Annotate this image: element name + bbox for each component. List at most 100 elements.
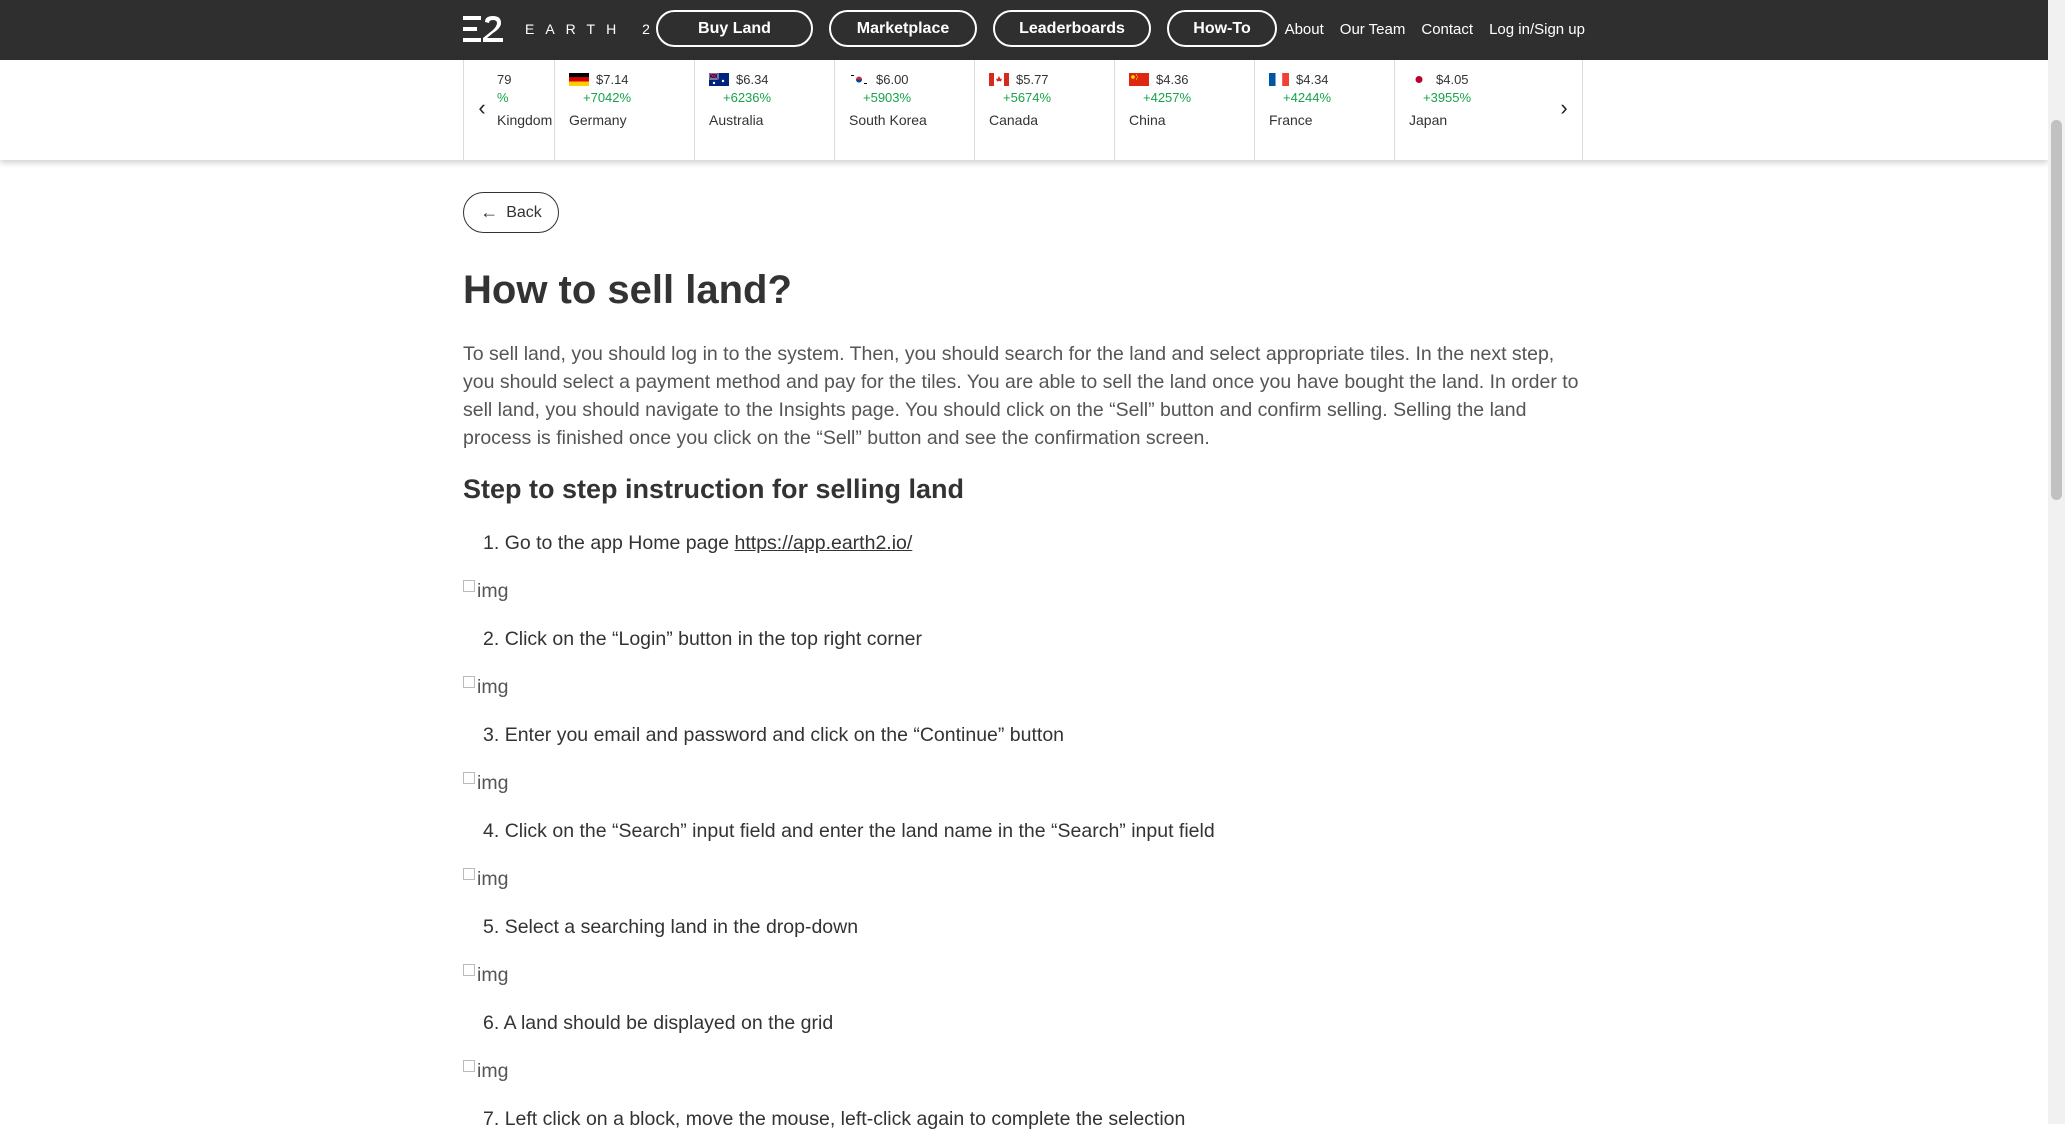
china-flag-icon <box>1129 73 1149 86</box>
nav-marketplace-button[interactable]: Marketplace <box>829 10 977 47</box>
image-alt-text: img <box>477 580 509 602</box>
step-text: Left click on a block, move the mouse, l… <box>504 1108 1186 1130</box>
australia-flag-icon <box>709 73 729 86</box>
nav-about-link[interactable]: About <box>1285 21 1324 38</box>
ticker-track: 79 % Kingdom $7.14 +7042% Germany $6.34 … <box>494 60 1554 160</box>
step-number: 6. <box>483 1012 500 1034</box>
step-2: 2. Click on the “Login” button in the to… <box>483 628 922 651</box>
ticker-country: Germany <box>569 112 627 128</box>
primary-nav: Buy Land Marketplace Leaderboards How-To <box>656 10 1277 47</box>
back-button[interactable]: ← Back <box>463 192 559 233</box>
step-4: 4. Click on the “Search” input field and… <box>483 820 1215 843</box>
ticker-item-canada[interactable]: $5.77 +5674% Canada <box>975 60 1115 160</box>
ticker-price: $4.36 <box>1156 72 1189 87</box>
ticker-item-south-korea[interactable]: $6.00 +5903% South Korea <box>835 60 975 160</box>
broken-image-icon <box>463 675 475 688</box>
step-image: img <box>463 771 509 795</box>
ticker-country: Canada <box>989 112 1039 128</box>
step-number: 4. <box>483 820 500 842</box>
step-3: 3. Enter you email and password and clic… <box>483 724 1064 747</box>
ticker-change: +7042% <box>583 90 632 105</box>
top-nav-bar: EARTH 2 Buy Land Marketplace Leaderboard… <box>0 0 2048 60</box>
back-button-label: Back <box>506 203 542 221</box>
ticker-price: $4.34 <box>1296 72 1329 87</box>
step-image: img <box>463 867 509 891</box>
app-home-link[interactable]: https://app.earth2.io/ <box>735 532 913 554</box>
step-7: 7. Left click on a block, move the mouse… <box>483 1108 1185 1131</box>
broken-image-icon <box>463 579 475 592</box>
logo-text: EARTH 2 <box>525 21 661 37</box>
ticker-price: 79 <box>497 72 512 87</box>
step-image: img <box>463 675 509 699</box>
nav-how-to-button[interactable]: How-To <box>1167 10 1277 47</box>
south-korea-flag-icon <box>849 73 869 86</box>
nav-leaderboards-button[interactable]: Leaderboards <box>993 10 1151 47</box>
step-text: Select a searching land in the drop-down <box>504 916 859 938</box>
step-text: Click on the “Login” button in the top r… <box>504 628 923 650</box>
ticker-country: France <box>1269 112 1313 128</box>
scrollbar-thumb[interactable] <box>2051 120 2062 500</box>
step-number: 7. <box>483 1108 500 1130</box>
arrow-left-icon: ← <box>480 202 499 222</box>
ticker-country: Japan <box>1409 112 1448 128</box>
page-scrollbar[interactable] <box>2048 0 2065 1124</box>
ticker-item-japan[interactable]: $4.05 +3955% Japan <box>1395 60 1535 160</box>
nav-contact-link[interactable]: Contact <box>1421 21 1473 38</box>
ticker-country: South Korea <box>849 112 927 128</box>
step-text: A land should be displayed on the grid <box>503 1012 834 1034</box>
ticker-item-germany[interactable]: $7.14 +7042% Germany <box>555 60 695 160</box>
ticker-price: $5.77 <box>1016 72 1049 87</box>
intro-paragraph: To sell land, you should log in to the s… <box>463 343 1579 449</box>
ticker-country: China <box>1129 112 1166 128</box>
ticker-change: +3955% <box>1423 90 1472 105</box>
image-alt-text: img <box>477 964 509 986</box>
broken-image-icon <box>463 963 475 976</box>
ticker-price: $6.34 <box>736 72 769 87</box>
chevron-right-icon[interactable]: › <box>1554 95 1574 120</box>
ticker-price: $4.05 <box>1436 72 1469 87</box>
ticker-change: +5903% <box>863 90 912 105</box>
ticker-item-united-kingdom[interactable]: 79 % Kingdom <box>494 60 555 160</box>
step-image: img <box>463 579 509 603</box>
germany-flag-icon <box>569 73 589 86</box>
ticker-change: +4244% <box>1283 90 1332 105</box>
earth2-logo[interactable]: EARTH 2 <box>463 14 661 44</box>
ticker-change: +5674% <box>1003 90 1052 105</box>
france-flag-icon <box>1269 73 1289 86</box>
ticker-item-france[interactable]: $4.34 +4244% France <box>1255 60 1395 160</box>
broken-image-icon <box>463 1059 475 1072</box>
country-price-ticker: ‹ 79 % Kingdom $7.14 +7042% Germany $6.3… <box>0 60 2048 160</box>
ticker-price: $6.00 <box>876 72 909 87</box>
ticker-country: Kingdom <box>497 112 553 128</box>
nav-buy-land-button[interactable]: Buy Land <box>656 10 813 47</box>
image-alt-text: img <box>477 1060 509 1082</box>
step-image: img <box>463 1059 509 1083</box>
step-number: 5. <box>483 916 500 938</box>
nav-our-team-link[interactable]: Our Team <box>1340 21 1406 38</box>
image-alt-text: img <box>477 676 509 698</box>
step-text: Enter you email and password and click o… <box>504 724 1065 746</box>
step-image: img <box>463 963 509 987</box>
step-1: 1. Go to the app Home page https://app.e… <box>483 532 912 555</box>
ticker-change: % <box>497 90 509 105</box>
e2-logo-icon <box>463 16 503 42</box>
canada-flag-icon <box>989 73 1009 86</box>
step-number: 2. <box>483 628 500 650</box>
chevron-left-icon[interactable]: ‹ <box>472 95 492 120</box>
section-heading: Step to step instruction for selling lan… <box>463 474 965 504</box>
ticker-change: +6236% <box>723 90 772 105</box>
image-alt-text: img <box>477 868 509 890</box>
step-text: Go to the app Home page <box>504 532 735 554</box>
japan-flag-icon <box>1409 73 1429 86</box>
ticker-item-australia[interactable]: $6.34 +6236% Australia <box>695 60 835 160</box>
ticker-item-china[interactable]: $4.36 +4257% China <box>1115 60 1255 160</box>
step-number: 1. <box>483 532 500 554</box>
ticker-change: +4257% <box>1143 90 1192 105</box>
step-text: Click on the “Search” input field and en… <box>504 820 1215 842</box>
broken-image-icon <box>463 771 475 784</box>
image-alt-text: img <box>477 772 509 794</box>
step-number: 3. <box>483 724 500 746</box>
nav-login-signup-link[interactable]: Log in/Sign up <box>1489 21 1585 38</box>
ticker-country: Australia <box>709 112 764 128</box>
step-6: 6. A land should be displayed on the gri… <box>483 1012 833 1035</box>
